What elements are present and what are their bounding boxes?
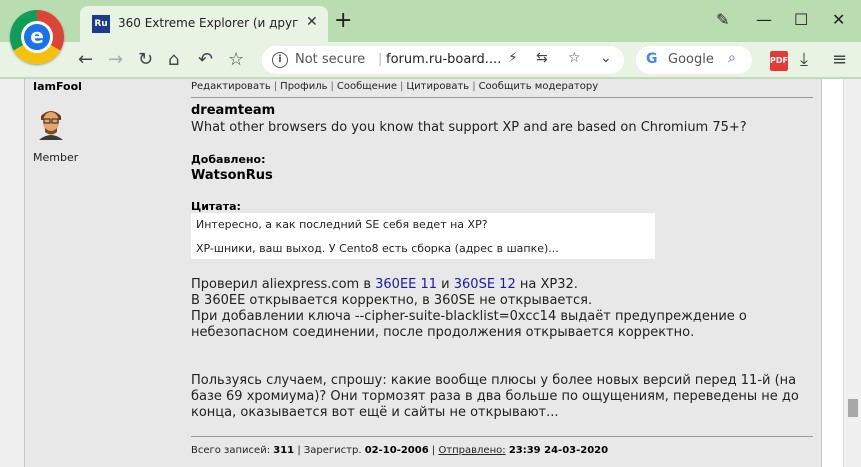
customize-icon[interactable]: ✎ <box>716 10 729 30</box>
added-label: Добавлено: <box>191 153 266 166</box>
maximize-button[interactable]: ☐ <box>794 10 808 30</box>
quote-link[interactable]: Цитировать <box>406 81 469 92</box>
browser-logo-inner: e <box>21 21 53 53</box>
site-favicon-icon: Ru <box>92 15 110 33</box>
sent-time: 23:39 24-03-2020 <box>508 445 609 456</box>
search-box[interactable]: G Google ⌕ <box>636 46 752 74</box>
menu-icon[interactable]: ≡ <box>832 48 847 72</box>
star-icon[interactable]: ☆ <box>228 48 244 72</box>
vertical-scrollbar[interactable] <box>843 79 861 467</box>
body-line: При добавлении ключа --cipher-suite-blac… <box>191 309 747 324</box>
reg-date: 02-10-2006 <box>364 445 429 456</box>
home-icon[interactable]: ⌂ <box>168 48 179 72</box>
link-360ee[interactable]: 360EE 11 <box>375 277 437 292</box>
body-line: Проверил aliexpress.com в 360EE 11 и 360… <box>191 277 578 292</box>
body-text: Проверил aliexpress.com в <box>191 277 376 292</box>
body-text: и <box>437 277 454 292</box>
new-tab-button[interactable]: + <box>334 10 352 32</box>
report-link[interactable]: Сообщить модератору <box>479 81 599 92</box>
browser-logo-icon[interactable]: e <box>10 10 64 64</box>
divider: | <box>273 81 278 92</box>
edit-link[interactable]: Редактировать <box>191 81 271 92</box>
divider: | <box>400 81 404 92</box>
body-line: конца, оказывается вот ещё и сайты не от… <box>191 405 559 420</box>
divider <box>191 97 813 98</box>
reload-icon[interactable]: ↻ <box>138 48 153 72</box>
body-text: на XP32. <box>515 277 578 292</box>
divider: | <box>472 81 476 92</box>
link-360se[interactable]: 360SE 12 <box>454 277 516 292</box>
added-author: WatsonRus <box>191 168 273 183</box>
page-margin <box>0 79 24 467</box>
search-icon[interactable]: ⌕ <box>728 50 736 66</box>
message-link[interactable]: Сообщение <box>337 81 397 92</box>
page-viewport: IamFool Member Редактировать | Профиль | Соо… <box>0 79 861 467</box>
sent-link[interactable]: Отправлено: <box>438 445 505 456</box>
address-bar[interactable]: i Not secure | forum.ru-board.... ⚡ ⇆ ☆ … <box>262 46 624 74</box>
posts-count: 311 <box>273 445 295 456</box>
tab-close-icon[interactable]: ✕ <box>306 14 318 30</box>
body-line: В 360EE открывается корректно, в 360SE н… <box>191 293 593 308</box>
quote-block: Интересно, а как последний SE себя ведет… <box>191 213 655 259</box>
quote-line: XP-шники, ваш выход. У Cento8 есть сборк… <box>196 242 559 255</box>
download-icon[interactable]: ⤓ <box>800 48 808 72</box>
undo-icon[interactable]: ↶ <box>198 48 213 72</box>
avatar <box>33 104 69 140</box>
quote-label: Цитата: <box>191 200 241 213</box>
forum-post: IamFool Member Редактировать | Профиль | Соо… <box>24 79 822 467</box>
reply-to-name: dreamteam <box>191 103 276 118</box>
omnibox-separator: | <box>378 52 383 67</box>
star-page-icon[interactable]: ☆ <box>568 50 581 66</box>
bolt-icon[interactable]: ⚡ <box>508 50 518 66</box>
post-actions: Редактировать | Профиль | Сообщение | Цитирова… <box>191 81 598 92</box>
url-text[interactable]: forum.ru-board.... <box>386 52 501 67</box>
post-footer: Всего записей: 311 | Зарегистр. 02-10-20… <box>191 445 608 456</box>
quote-line: Интересно, а как последний SE себя ведет… <box>196 218 488 231</box>
body-line: базе 69 хромиума)? Они тормозят раза в д… <box>191 389 799 404</box>
close-window-button[interactable]: ✕ <box>832 10 845 30</box>
profile-link[interactable]: Профиль <box>280 81 327 92</box>
body-line: Пользуясь случаем, спрошу: какие вообще … <box>191 373 797 388</box>
browser-logo-letter: e <box>30 24 44 48</box>
forward-arrow-icon[interactable]: → <box>108 48 123 72</box>
security-label: Not secure <box>295 52 366 67</box>
scrollbar-thumb[interactable] <box>848 399 858 417</box>
post-author[interactable]: IamFool <box>33 80 82 93</box>
info-icon[interactable]: i <box>272 52 288 68</box>
tab-title: 360 Extreme Explorer (и другие бра <box>118 16 298 30</box>
question-text: What other browsers do you know that sup… <box>191 120 747 135</box>
author-rank: Member <box>33 151 79 164</box>
navigation-toolbar: ← → ↻ ⌂ ↶ ☆ i Not secure | forum.ru-boar… <box>0 42 861 78</box>
posts-label: Всего записей: <box>191 445 271 456</box>
search-engine-label: Google <box>668 52 714 67</box>
google-icon: G <box>646 51 658 67</box>
tab-active[interactable]: Ru 360 Extreme Explorer (и другие бра ✕ <box>80 6 328 42</box>
minimize-button[interactable]: — <box>756 10 772 30</box>
reg-label: Зарегистр. <box>303 445 362 456</box>
tab-strip: e Ru 360 Extreme Explorer (и другие бра … <box>0 0 861 64</box>
divider: | <box>330 81 334 92</box>
back-arrow-icon[interactable]: ← <box>78 48 93 72</box>
chevron-down-icon[interactable]: ⌄ <box>600 50 612 66</box>
pdf-icon[interactable]: PDF <box>770 51 788 71</box>
body-line: небезопасном соединении, после продолжен… <box>191 325 695 340</box>
divider <box>191 436 813 437</box>
translate-icon[interactable]: ⇆ <box>536 50 548 66</box>
